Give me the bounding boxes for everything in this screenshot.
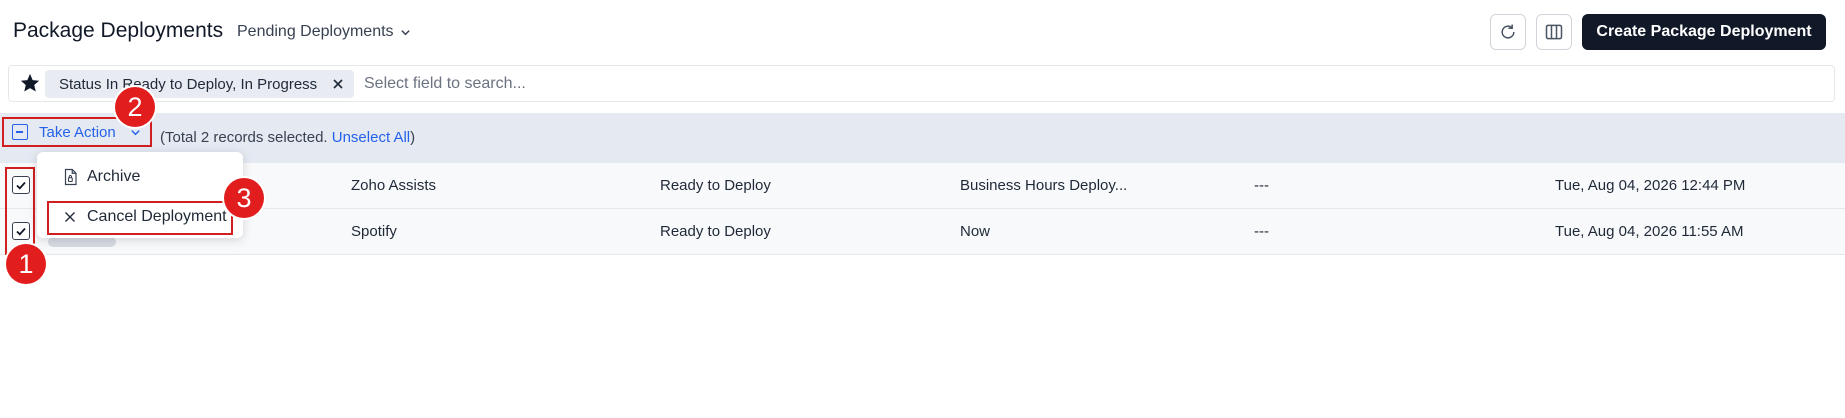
view-selector[interactable]: Pending Deployments bbox=[237, 23, 411, 41]
selection-count: (Total 2 records selected. bbox=[160, 129, 328, 146]
filter-chip[interactable]: Status In Ready to Deploy, In Progress bbox=[45, 70, 354, 98]
select-all-checkbox[interactable] bbox=[12, 124, 28, 140]
table-row[interactable]: Spotify Ready to Deploy Now --- Tue, Aug… bbox=[0, 209, 1845, 255]
created-date: Tue, Aug 04, 2026 12:44 PM bbox=[1555, 177, 1746, 194]
columns-icon bbox=[1545, 24, 1563, 40]
step-badge-2: 2 bbox=[115, 87, 155, 127]
star-icon[interactable] bbox=[19, 72, 41, 94]
page-title: Package Deployments bbox=[13, 19, 224, 42]
deployment-status: Ready to Deploy bbox=[660, 223, 771, 240]
selection-info: (Total 2 records selected. Unselect All) bbox=[160, 129, 415, 146]
refresh-button[interactable] bbox=[1490, 14, 1526, 50]
package-name: Spotify bbox=[351, 223, 397, 240]
table-row[interactable]: Zoho Assists Ready to Deploy Business Ho… bbox=[0, 163, 1845, 209]
filter-chip-label: Status In Ready to Deploy, In Progress bbox=[59, 75, 318, 93]
deployment-schedule: Now bbox=[960, 223, 991, 240]
take-action-label: Take Action bbox=[39, 123, 116, 141]
menu-item-archive[interactable]: Archive bbox=[45, 160, 235, 194]
checkbox-highlight bbox=[5, 167, 35, 255]
chevron-down-icon bbox=[131, 129, 140, 135]
deployment-schedule: Business Hours Deploy... bbox=[960, 177, 1128, 194]
file-lock-icon bbox=[64, 168, 77, 186]
selection-info-close: ) bbox=[410, 129, 416, 146]
view-selector-label: Pending Deployments bbox=[237, 23, 394, 40]
placeholder-bar bbox=[48, 237, 116, 247]
create-package-deployment-button[interactable]: Create Package Deployment bbox=[1582, 14, 1826, 50]
empty-value: --- bbox=[1254, 177, 1269, 194]
refresh-icon bbox=[1501, 24, 1515, 39]
menu-item-label: Archive bbox=[87, 168, 141, 185]
action-bar: Take Action (Total 2 records selected. U… bbox=[0, 113, 1845, 163]
chevron-down-icon bbox=[400, 29, 410, 35]
deployment-status: Ready to Deploy bbox=[660, 177, 771, 194]
step-badge-1: 1 bbox=[6, 244, 46, 284]
unselect-all-link[interactable]: Unselect All bbox=[332, 129, 410, 146]
close-icon[interactable] bbox=[332, 78, 344, 90]
empty-value: --- bbox=[1254, 223, 1269, 240]
created-date: Tue, Aug 04, 2026 11:55 AM bbox=[1555, 223, 1744, 240]
columns-button[interactable] bbox=[1536, 14, 1572, 50]
package-name: Zoho Assists bbox=[351, 177, 437, 194]
step-badge-3: 3 bbox=[224, 178, 264, 218]
search-bar: Status In Ready to Deploy, In Progress bbox=[8, 65, 1835, 102]
cancel-deployment-highlight bbox=[47, 201, 233, 235]
search-input[interactable] bbox=[364, 70, 964, 98]
page-header: Package Deployments Pending Deployments … bbox=[0, 0, 1845, 64]
